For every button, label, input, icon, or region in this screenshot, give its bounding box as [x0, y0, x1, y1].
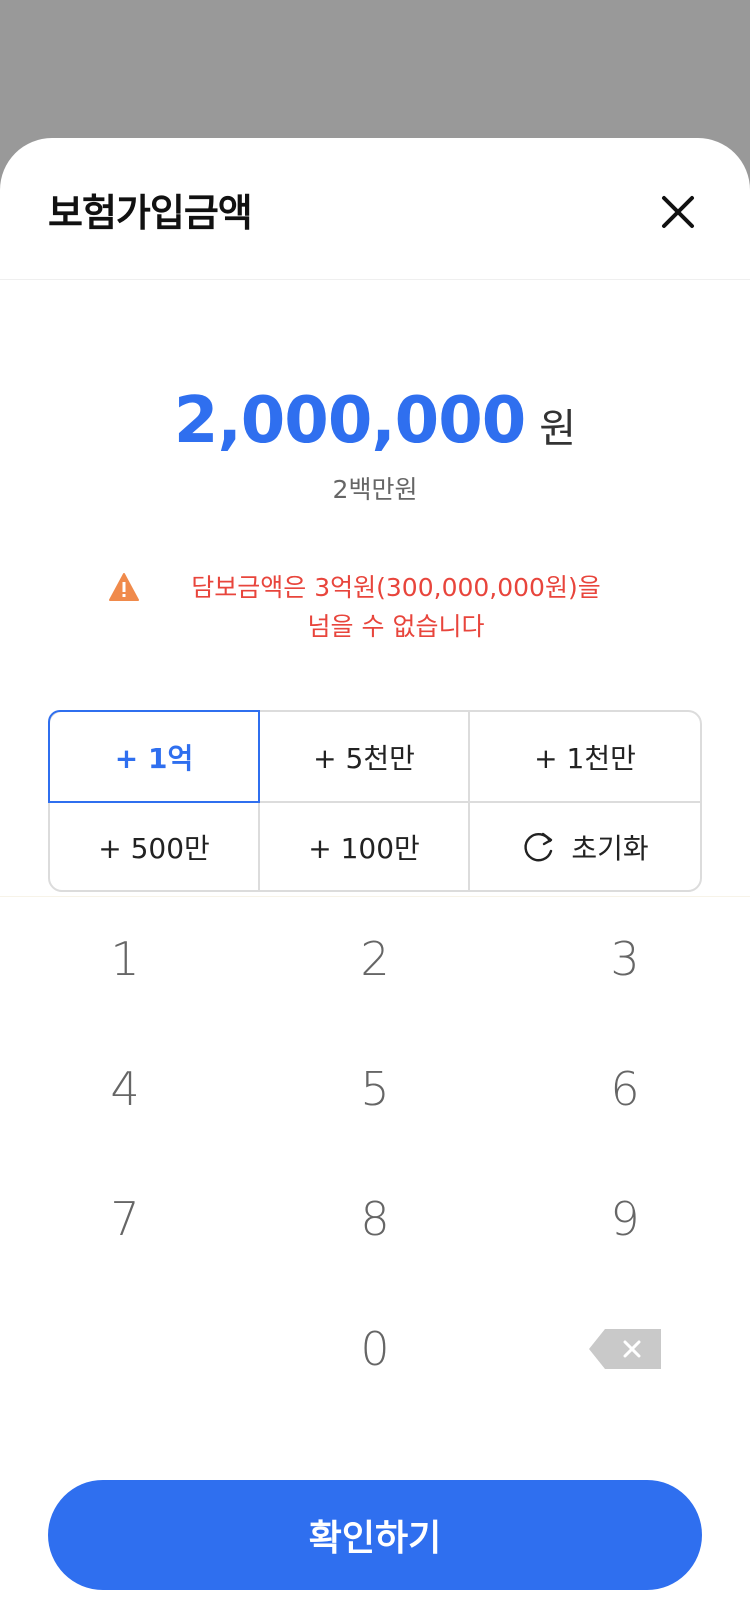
- amount-display: 2,000,000 원: [0, 384, 750, 458]
- key-2[interactable]: 2: [250, 894, 500, 1024]
- add-100-million-button[interactable]: + 1억: [48, 710, 260, 803]
- sheet-header: 보험가입금액: [0, 138, 750, 280]
- warning-line-1: 담보금액은 3억원(300,000,000원)을: [191, 573, 601, 602]
- key-1[interactable]: 1: [0, 894, 250, 1024]
- close-button[interactable]: [644, 178, 712, 246]
- key-6[interactable]: 6: [500, 1024, 750, 1154]
- sheet-title: 보험가입금액: [48, 191, 253, 235]
- key-4[interactable]: 4: [0, 1024, 250, 1154]
- amount-korean-text: 2백만원: [332, 475, 418, 504]
- refresh-icon: [524, 832, 553, 861]
- amount-unit: 원: [539, 406, 577, 452]
- quick-amount-grid: + 1억 + 5천만 + 1천만 + 500만 + 100만 초기화: [48, 710, 702, 892]
- close-icon: [662, 196, 694, 228]
- add-5-million-button[interactable]: + 500만: [50, 803, 258, 890]
- quick-button-label: + 500만: [98, 831, 210, 865]
- warning-line-2: 넘을 수 없습니다: [307, 612, 485, 641]
- add-1-million-button[interactable]: + 100만: [260, 803, 468, 890]
- add-50-million-button[interactable]: + 5천만: [260, 712, 468, 801]
- key-9[interactable]: 9: [500, 1154, 750, 1284]
- key-empty: [0, 1284, 250, 1414]
- quick-button-label: + 100만: [308, 831, 420, 865]
- key-8[interactable]: 8: [250, 1154, 500, 1284]
- amount-value: 2,000,000: [173, 384, 526, 458]
- warning-triangle-icon: [109, 573, 139, 601]
- confirm-button[interactable]: 확인하기: [48, 1480, 702, 1590]
- reset-button[interactable]: 초기화: [470, 803, 700, 890]
- backspace-icon: [589, 1329, 661, 1369]
- add-10-million-button[interactable]: + 1천만: [470, 712, 700, 801]
- quick-button-label: + 5천만: [313, 741, 415, 775]
- key-3[interactable]: 3: [500, 894, 750, 1024]
- quick-button-label: 초기화: [571, 831, 649, 865]
- bottom-sheet: 보험가입금액 2,000,000 원 2백만원 담보금액은 3억원(300,000…: [0, 138, 750, 1624]
- key-7[interactable]: 7: [0, 1154, 250, 1284]
- backspace-key[interactable]: [500, 1284, 750, 1414]
- quick-button-label: + 1억: [114, 741, 194, 775]
- key-5[interactable]: 5: [250, 1024, 500, 1154]
- quick-button-label: + 1천만: [534, 741, 636, 775]
- warning-text: 담보금액은 3억원(300,000,000원)을 넘을 수 없습니다: [156, 568, 636, 646]
- key-0[interactable]: 0: [250, 1284, 500, 1414]
- confirm-button-label: 확인하기: [308, 1518, 442, 1559]
